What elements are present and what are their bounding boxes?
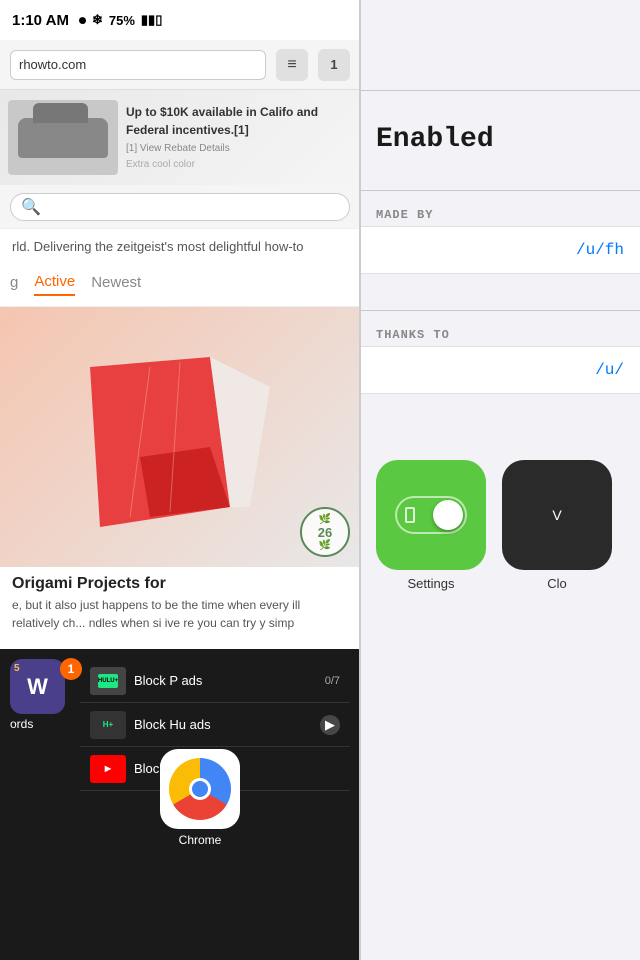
enabled-label: Enabled [376, 124, 494, 155]
made-by-cell: /u/fh [360, 226, 640, 274]
dark-app-label: Clo [547, 576, 567, 591]
chrome-inner-circle [189, 778, 211, 800]
settings-panel: ●●●●○ ▲ ‹ < Settings Full Enabled MADE B… [360, 0, 640, 960]
tabs-icon: 1 [330, 57, 337, 72]
words-letter: W [27, 674, 48, 700]
chrome-app-icon[interactable] [160, 749, 240, 829]
thumb-1: HULU+ [90, 667, 126, 695]
tab-newest[interactable]: Newest [91, 274, 141, 295]
thanks-to-cell: /u/ [360, 346, 640, 394]
hulu-badge: HULU+ [98, 674, 118, 688]
thanks-to-header: THANKS TO [360, 320, 640, 346]
article-excerpt: e, but it also just happens to be the ti… [0, 592, 360, 636]
badge-count: 1 [68, 662, 75, 676]
settings-app-wrapper: Settings [376, 460, 486, 591]
play-button-2[interactable]: ▶ [320, 715, 340, 735]
made-by-value: /u/fh [576, 241, 624, 259]
taskbar-label-2: Block Hu ads [134, 717, 211, 732]
dark-app-letter: V [552, 507, 561, 523]
thanks-to-section: THANKS TO /u/ [360, 320, 640, 394]
settings-app-icon[interactable] [376, 460, 486, 570]
search-icon: 🔍 [21, 197, 41, 217]
award-badge: 🌿 26 🌿 [300, 507, 350, 557]
ad-car-image [8, 100, 118, 175]
bluetooth-icon: ❄ [92, 12, 103, 28]
words-app-label: ords [10, 717, 33, 731]
browser-panel: 1:10 AM ⏺ ❄ 75% ▮▮▯ rhowto.com ≡ 1 Up to… [0, 0, 360, 960]
tabs-button[interactable]: 1 [318, 49, 350, 81]
site-tagline: rld. Delivering the zeitgeist's most del… [12, 239, 304, 254]
settings-app-label: Settings [408, 576, 455, 591]
site-subtitle: rld. Delivering the zeitgeist's most del… [0, 229, 360, 263]
article-image: 🌿 26 🌿 [0, 307, 360, 567]
made-by-section: MADE BY /u/fh [360, 200, 640, 274]
chrome-circle [169, 758, 231, 820]
thanks-to-value: /u/ [595, 361, 624, 379]
recorder-icon: ⏺ [79, 12, 86, 29]
toggle-line [405, 507, 415, 523]
origami-heart-svg [70, 327, 290, 547]
toggle-thumb [433, 500, 463, 530]
menu-button[interactable]: ≡ [276, 49, 308, 81]
battery-percent: 75% [109, 13, 135, 28]
taskbar-label-1: Block P ads [134, 673, 202, 688]
bottom-apps-row: Settings V Clo [360, 440, 640, 611]
battery-icon: ▮▮▯ [141, 12, 162, 28]
search-bar: 🔍 [0, 185, 360, 229]
nav-separator [360, 90, 640, 91]
thumb-3: ▶ [90, 755, 126, 783]
taskbar-item-2[interactable]: H+ Block Hu ads ▶ [80, 703, 350, 747]
progress-badge-1: 0/7 [325, 675, 340, 687]
ad-text-content: Up to $10K available in Califo and Feder… [126, 103, 352, 173]
ad-banner: Up to $10K available in Califo and Feder… [0, 90, 360, 185]
url-bar[interactable]: rhowto.com [10, 50, 266, 80]
tab-g[interactable]: g [10, 274, 18, 295]
dark-app-wrapper: V Clo [502, 460, 612, 591]
taskbar: 1 5 W ords HULU+ Block P ads 0/7 H+ Blo [0, 649, 360, 960]
chrome-app-wrapper: Chrome [160, 749, 240, 847]
badge-number: 26 [318, 525, 332, 540]
youtube-icon: ▶ [105, 764, 111, 773]
enabled-section: Enabled [360, 100, 640, 179]
section-separator-1 [360, 190, 640, 191]
hulu-plus-icon: H+ [103, 720, 113, 729]
url-text: rhowto.com [19, 57, 86, 72]
chrome-app-label: Chrome [179, 833, 222, 847]
dark-app-icon[interactable]: V [502, 460, 612, 570]
words-app-icon[interactable]: 5 W [10, 659, 65, 714]
toggle-switch[interactable] [395, 496, 467, 534]
section-separator-2 [360, 310, 640, 311]
panel-divider [359, 0, 361, 960]
time-display: 1:10 AM [12, 12, 69, 29]
made-by-header: MADE BY [360, 200, 640, 226]
thumb-2: H+ [90, 711, 126, 739]
tabs-bar[interactable]: g Active Newest [0, 263, 360, 307]
tab-active[interactable]: Active [34, 273, 75, 296]
notification-badge: 1 [60, 658, 82, 680]
status-bar-left: 1:10 AM ⏺ ❄ 75% ▮▮▯ [0, 0, 360, 40]
browser-nav-bar: rhowto.com ≡ 1 [0, 40, 360, 90]
hamburger-icon: ≡ [287, 56, 296, 74]
taskbar-item-1[interactable]: HULU+ Block P ads 0/7 [80, 659, 350, 703]
